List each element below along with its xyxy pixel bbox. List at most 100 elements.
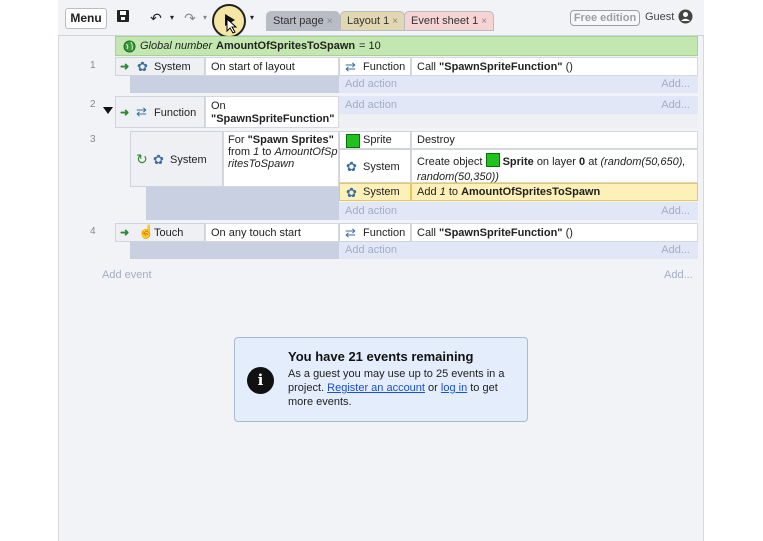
condition-text: On	[211, 100, 226, 112]
close-icon[interactable]: ×	[481, 16, 487, 27]
mouse-cursor-icon	[226, 17, 238, 34]
tab-start-page[interactable]: Start page ×	[266, 11, 340, 31]
add-action-link[interactable]: Add action	[345, 205, 397, 217]
condition-text: On start of layout	[211, 61, 295, 73]
add-action-row[interactable]: Add action Add...	[339, 202, 698, 220]
undo-icon[interactable]: ↶	[147, 9, 165, 27]
event-condition-object[interactable]: ➜ ✿ System	[115, 57, 205, 76]
global-var-name: AmountOfSpritesToSpawn	[216, 40, 356, 52]
condition-text: On any touch start	[211, 227, 301, 239]
tab-layout-1[interactable]: Layout 1 ×	[340, 11, 406, 31]
object-name: Sprite	[363, 134, 392, 146]
global-var-type: Global number	[140, 40, 213, 52]
action-param: "SpawnSpriteFunction"	[439, 61, 563, 73]
touch-icon: ☝	[138, 224, 155, 239]
event-number: 1	[90, 60, 96, 71]
event-number: 4	[90, 226, 96, 237]
add-more-link[interactable]: Add...	[661, 99, 690, 111]
event-number: 3	[90, 134, 96, 145]
action-args: ()	[565, 227, 573, 239]
function-icon: ⇄	[345, 225, 356, 240]
gear-icon: ✿	[346, 159, 357, 174]
sprite-icon	[485, 153, 500, 167]
add-action-row[interactable]: Add action Add...	[339, 76, 698, 93]
event-condition-object[interactable]: ➜ ⇄ Function	[115, 96, 205, 128]
free-edition-badge[interactable]: Free edition	[570, 10, 640, 26]
event-condition[interactable]: On start of layout	[205, 57, 339, 76]
info-icon: i	[247, 367, 274, 394]
add-action-row[interactable]: Add action Add...	[339, 242, 698, 259]
action-object[interactable]: ⇄ Function	[339, 223, 411, 242]
function-icon: ⇄	[136, 104, 147, 119]
action-text-selected[interactable]: Add 1 to AmountOfSpritesToSpawn	[411, 183, 698, 201]
guest-label[interactable]: Guest	[645, 11, 674, 23]
undo-dropdown-icon[interactable]: ▾	[167, 9, 177, 27]
add-more-link[interactable]: Add...	[661, 78, 690, 90]
add-action-link[interactable]: Add action	[345, 99, 397, 111]
action-description: Create object Sprite on layer 0 at (rand…	[417, 153, 697, 185]
object-name: Touch	[154, 227, 184, 239]
add-action-row[interactable]: Add action Add...	[339, 96, 698, 114]
login-link[interactable]: log in	[441, 382, 467, 394]
action-verb: Call	[417, 227, 436, 239]
add-more-link[interactable]: Add...	[661, 205, 690, 217]
event-condition-empty	[130, 76, 339, 93]
global-var-value: = 10	[359, 40, 381, 52]
arrow-right-icon: ➜	[120, 61, 130, 73]
action-args: ()	[565, 61, 573, 73]
sprite-icon	[346, 134, 360, 149]
action-verb: Call	[417, 61, 436, 73]
object-name: System	[154, 61, 191, 73]
object-name: System	[363, 186, 400, 198]
object-name: Function	[154, 107, 197, 119]
save-icon[interactable]	[114, 9, 132, 27]
user-icon[interactable]	[678, 9, 693, 24]
menu-button[interactable]: Menu	[65, 8, 107, 29]
redo-dropdown-icon[interactable]: ▾	[200, 9, 210, 27]
action-object[interactable]: Sprite	[339, 131, 411, 149]
function-icon: ⇄	[345, 59, 356, 74]
preview-dropdown-icon[interactable]: ▾	[248, 9, 256, 27]
redo-icon[interactable]: ↷	[181, 9, 199, 27]
add-event-link[interactable]: Add event	[102, 269, 152, 281]
event-condition[interactable]: On any touch start	[205, 223, 339, 242]
action-text[interactable]: Create object Sprite on layer 0 at (rand…	[411, 149, 698, 183]
event-condition[interactable]: On "SpawnSpriteFunction"	[205, 96, 339, 128]
object-name: Function	[363, 61, 406, 73]
add-more-link[interactable]: Add...	[661, 244, 690, 256]
gear-icon: ✿	[137, 59, 148, 74]
object-name: System	[363, 161, 400, 173]
event-number: 2	[90, 99, 96, 110]
close-icon[interactable]: ×	[392, 16, 398, 27]
action-object[interactable]: ✿ System	[339, 183, 411, 201]
condition-text: For "Spawn Sprites" from 1 to AmountOfSp…	[228, 134, 338, 170]
loop-icon: ↻	[136, 151, 148, 167]
object-name: Function	[363, 227, 406, 239]
gear-icon: ✿	[346, 185, 357, 200]
action-object[interactable]: ⇄ Function	[339, 57, 411, 76]
action-text[interactable]: Call "SpawnSpriteFunction" ()	[411, 223, 698, 242]
action-description: Add 1 to AmountOfSpritesToSpawn	[417, 186, 601, 198]
collapse-arrow-icon[interactable]	[103, 104, 113, 114]
add-action-link[interactable]: Add action	[345, 78, 397, 90]
action-object[interactable]: ✿ System	[339, 149, 411, 183]
add-event-more-link[interactable]: Add...	[664, 269, 693, 281]
action-param: "SpawnSpriteFunction"	[439, 227, 563, 239]
group-spacer	[339, 114, 698, 128]
gear-icon: ✿	[153, 152, 164, 167]
globe-icon	[123, 40, 136, 53]
event-condition-object[interactable]: ➜ ☝ Touch	[115, 223, 205, 242]
event-condition-empty	[146, 187, 339, 220]
event-condition[interactable]: For "Spawn Sprites" from 1 to AmountOfSp…	[223, 131, 339, 187]
arrow-right-icon: ➜	[120, 107, 130, 119]
close-icon[interactable]: ×	[327, 16, 333, 27]
tab-event-sheet-1[interactable]: Event sheet 1 ×	[404, 11, 495, 31]
register-link[interactable]: Register an account	[327, 382, 425, 394]
action-text[interactable]: Call "SpawnSpriteFunction" ()	[411, 57, 698, 76]
event-condition-object[interactable]: ↻ ✿ System	[130, 131, 223, 187]
global-variable-row[interactable]: Global number AmountOfSpritesToSpawn = 1…	[115, 36, 698, 56]
action-verb: Destroy	[417, 134, 455, 146]
add-action-link[interactable]: Add action	[345, 244, 397, 256]
action-text[interactable]: Destroy	[411, 131, 698, 149]
arrow-right-icon: ➜	[120, 227, 130, 239]
